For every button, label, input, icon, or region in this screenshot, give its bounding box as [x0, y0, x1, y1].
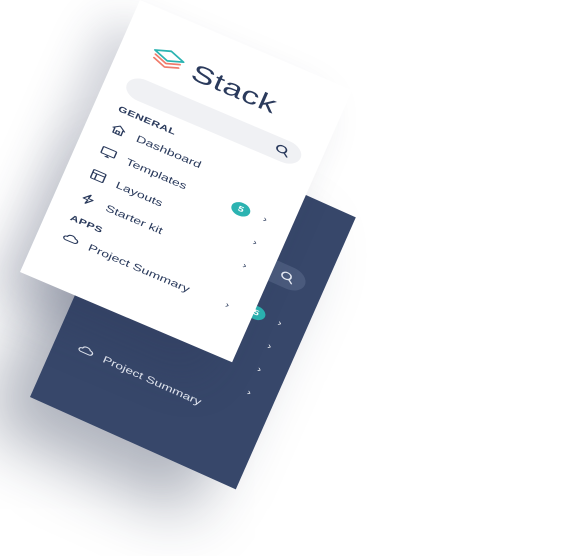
chevron-right-icon: ›: [265, 341, 274, 352]
monitor-icon: [100, 146, 118, 159]
stack-logo-icon: [152, 49, 185, 69]
cloud-icon: [63, 234, 79, 244]
chevron-right-icon: ›: [240, 260, 249, 271]
search-icon[interactable]: [277, 268, 297, 286]
home-icon: [112, 125, 126, 137]
cloud-icon: [78, 346, 94, 356]
templates-count-badge: 5: [229, 199, 253, 220]
sidebar-mockup: 5 › › › › Project Summary Stack GENERAL …: [0, 0, 562, 556]
chevron-right-icon: ›: [251, 237, 259, 248]
chevron-right-icon: ›: [255, 364, 263, 375]
chevron-right-icon: ›: [223, 300, 231, 311]
chevron-right-icon: ›: [276, 318, 284, 329]
chevron-right-icon: ›: [261, 214, 269, 225]
bolt-icon: [82, 194, 94, 204]
chevron-right-icon: ›: [245, 387, 253, 398]
search-icon[interactable]: [272, 141, 293, 159]
layout-icon: [90, 169, 107, 183]
